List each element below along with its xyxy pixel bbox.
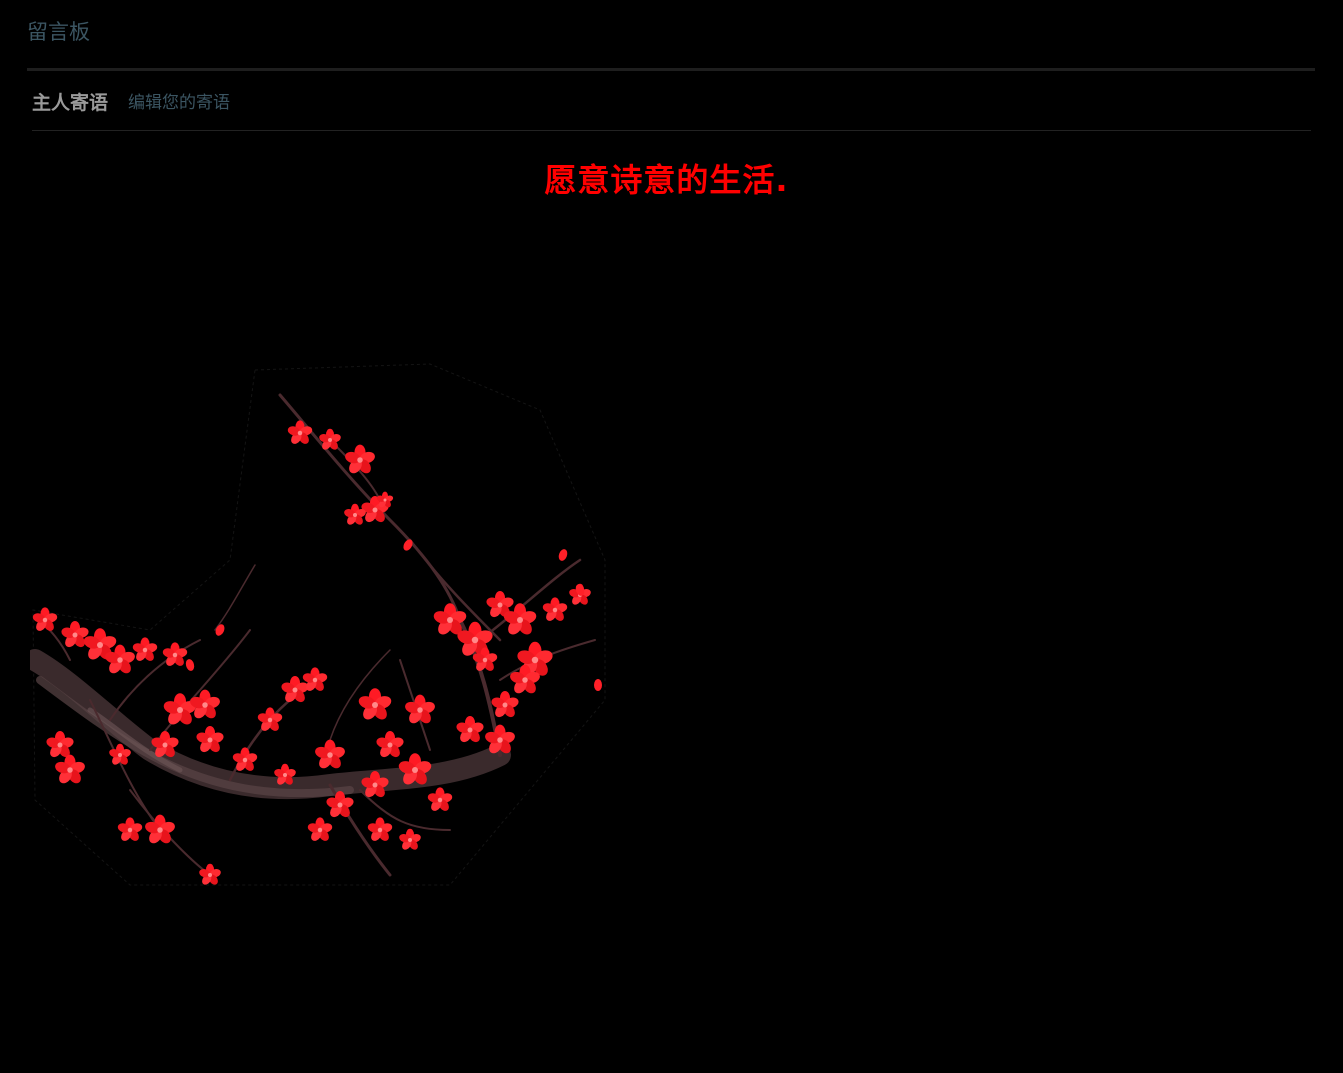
host-message-label: 主人寄语 bbox=[32, 92, 109, 114]
guestbook-page: 留言板 主人寄语 编辑您的寄语 愿意诗意的生活. bbox=[0, 0, 1343, 1073]
host-message-header: 主人寄语 编辑您的寄语 bbox=[32, 88, 230, 118]
header-divider bbox=[32, 130, 1311, 131]
host-message-text: 愿意诗意的生活. bbox=[544, 161, 789, 199]
plum-blossom-image bbox=[30, 363, 606, 887]
top-divider bbox=[27, 68, 1315, 71]
guestbook-title-link[interactable]: 留言板 bbox=[27, 18, 90, 46]
edit-message-link[interactable]: 编辑您的寄语 bbox=[128, 89, 230, 117]
